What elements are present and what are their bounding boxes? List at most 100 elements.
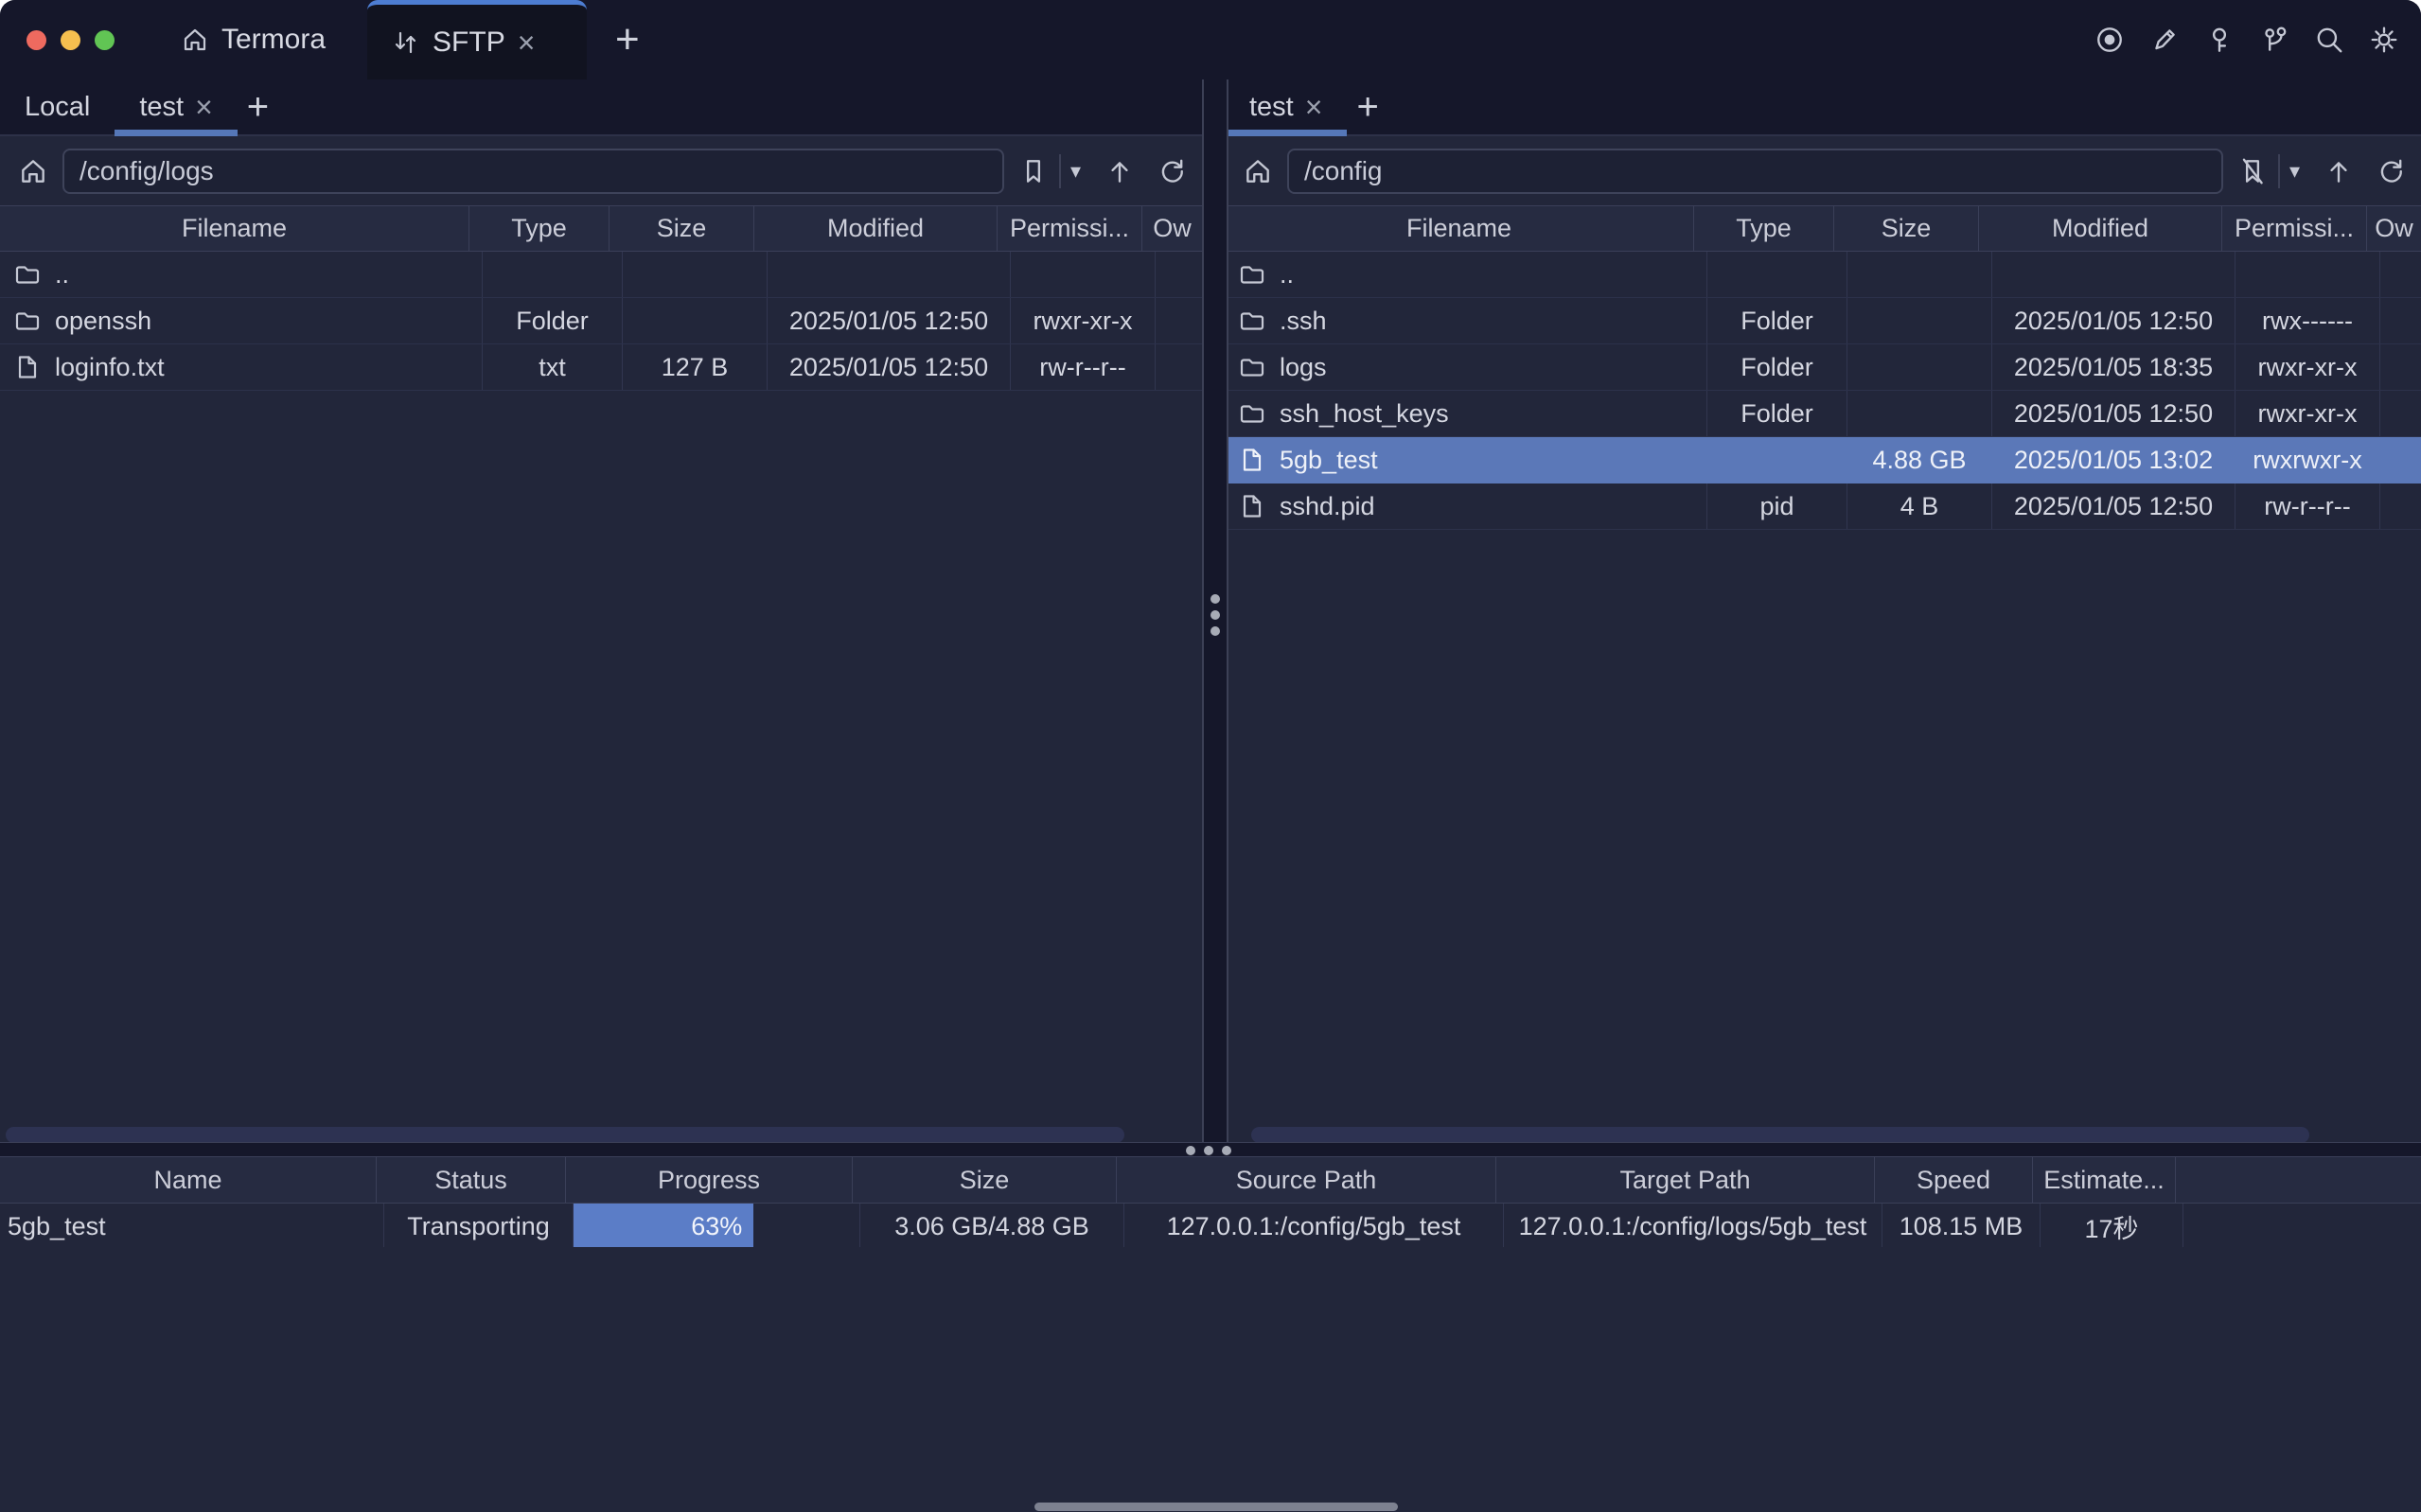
- filename: ..: [1280, 260, 1294, 290]
- refresh-icon[interactable]: [1155, 155, 1187, 187]
- right-add-tab-button[interactable]: +: [1356, 86, 1378, 129]
- pane-splitter[interactable]: [1202, 79, 1228, 1142]
- bookmark-off-icon[interactable]: [2236, 155, 2269, 187]
- column-header-size[interactable]: Size: [1834, 206, 1979, 251]
- table-row[interactable]: .ssh Folder 2025/01/05 12:50 rwx------: [1225, 298, 2421, 344]
- app-home-tab[interactable]: Termora: [181, 24, 326, 56]
- filename: .ssh: [1280, 307, 1327, 336]
- left-tab-local[interactable]: Local: [0, 79, 115, 134]
- file-size: [1847, 252, 1992, 297]
- right-tab-test-label: test: [1249, 92, 1294, 123]
- column-header-size[interactable]: Size: [853, 1157, 1117, 1203]
- zoom-window-button[interactable]: [95, 30, 115, 50]
- left-horizontal-scrollbar[interactable]: [6, 1127, 1124, 1143]
- column-header-type[interactable]: Type: [1694, 206, 1834, 251]
- column-header-estimate[interactable]: Estimate...: [2033, 1157, 2176, 1203]
- column-header-source-path[interactable]: Source Path: [1117, 1157, 1496, 1203]
- edit-icon[interactable]: [2148, 24, 2181, 56]
- left-toolbar-actions: ▾: [1017, 154, 1187, 188]
- splitter-grip-icon[interactable]: [1186, 1146, 1231, 1155]
- column-header-type[interactable]: Type: [469, 206, 610, 251]
- right-tab-test[interactable]: test ×: [1225, 79, 1347, 134]
- home-icon[interactable]: [1242, 155, 1274, 187]
- column-header-progress[interactable]: Progress: [566, 1157, 853, 1203]
- file-size: 127 B: [623, 344, 768, 390]
- left-tab-test[interactable]: test ×: [115, 79, 237, 134]
- settings-gear-icon[interactable]: [2368, 24, 2400, 56]
- app-tab-label: Termora: [221, 24, 326, 56]
- transfer-status: Transporting: [384, 1204, 574, 1249]
- file-owner: [1156, 344, 1202, 390]
- table-row[interactable]: openssh Folder 2025/01/05 12:50 rwxr-xr-…: [0, 298, 1202, 344]
- bookmark-dropdown-caret-icon[interactable]: ▾: [1070, 159, 1081, 184]
- column-header-owner[interactable]: Ow: [2367, 206, 2421, 251]
- column-header-filename[interactable]: Filename: [0, 206, 469, 251]
- splitter-grip-icon[interactable]: [1210, 594, 1220, 636]
- titlebar-actions: [2094, 24, 2400, 56]
- file-modified: 2025/01/05 13:02: [1992, 437, 2235, 483]
- column-header-speed[interactable]: Speed: [1875, 1157, 2033, 1203]
- parent-directory-icon[interactable]: [2323, 155, 2355, 187]
- column-header-target-path[interactable]: Target Path: [1496, 1157, 1875, 1203]
- refresh-icon[interactable]: [2374, 155, 2406, 187]
- close-tab-icon[interactable]: ×: [518, 27, 536, 58]
- file-type: Folder: [1707, 298, 1847, 343]
- file-owner: [2380, 344, 2421, 390]
- minimize-window-button[interactable]: [61, 30, 80, 50]
- column-header-filename[interactable]: Filename: [1225, 206, 1694, 251]
- table-row[interactable]: logs Folder 2025/01/05 18:35 rwxr-xr-x: [1225, 344, 2421, 391]
- record-icon[interactable]: [2094, 24, 2126, 56]
- key-icon[interactable]: [2203, 24, 2235, 56]
- progress-label: 63%: [691, 1212, 742, 1241]
- table-row[interactable]: ..: [1225, 252, 2421, 298]
- column-header-owner[interactable]: Ow: [1142, 206, 1202, 251]
- transfer-panel-splitter[interactable]: [0, 1142, 2421, 1157]
- bookmark-dropdown-caret-icon[interactable]: ▾: [2289, 159, 2300, 184]
- parent-directory-icon[interactable]: [1104, 155, 1136, 187]
- table-row[interactable]: ssh_host_keys Folder 2025/01/05 12:50 rw…: [1225, 391, 2421, 437]
- file-permission: rw-r--r--: [1011, 344, 1156, 390]
- bottom-overlay-scrollbar[interactable]: [1034, 1503, 1398, 1511]
- file-permission: rwxrwxr-x: [2235, 437, 2380, 483]
- transfer-row[interactable]: 5gb_test Transporting 63% 3.06 GB/4.88 G…: [0, 1204, 2421, 1250]
- folder-icon: [13, 307, 42, 335]
- new-tab-button[interactable]: +: [615, 19, 640, 61]
- search-icon[interactable]: [2313, 24, 2345, 56]
- file-modified: 2025/01/05 12:50: [768, 344, 1011, 390]
- file-type: pid: [1707, 483, 1847, 529]
- right-horizontal-scrollbar[interactable]: [1251, 1127, 2309, 1143]
- right-path-input[interactable]: [1287, 149, 2223, 194]
- folder-icon: [13, 260, 42, 289]
- column-header-size[interactable]: Size: [610, 206, 754, 251]
- tab-sftp[interactable]: SFTP ×: [367, 0, 587, 79]
- file-size: 4 B: [1847, 483, 1992, 529]
- bookmark-icon[interactable]: [1017, 155, 1050, 187]
- table-row-selected[interactable]: 5gb_test 4.88 GB 2025/01/05 13:02 rwxrwx…: [1225, 437, 2421, 483]
- right-file-pane: test × + ▾ Filename: [1225, 79, 2421, 1142]
- right-path-toolbar: ▾: [1225, 136, 2421, 205]
- left-path-input[interactable]: [62, 149, 1004, 194]
- transfer-size: 3.06 GB/4.88 GB: [860, 1204, 1124, 1249]
- column-header-permission[interactable]: Permissi...: [998, 206, 1142, 251]
- column-header-permission[interactable]: Permissi...: [2222, 206, 2367, 251]
- left-pane-tabbar: Local test × +: [0, 79, 1202, 136]
- close-tab-icon[interactable]: ×: [1305, 92, 1323, 122]
- table-row[interactable]: loginfo.txt txt 127 B 2025/01/05 12:50 r…: [0, 344, 1202, 391]
- file-modified: 2025/01/05 12:50: [1992, 298, 2235, 343]
- column-header-modified[interactable]: Modified: [1979, 206, 2222, 251]
- close-tab-icon[interactable]: ×: [195, 92, 213, 122]
- home-icon[interactable]: [17, 155, 49, 187]
- table-row[interactable]: ..: [0, 252, 1202, 298]
- table-row[interactable]: sshd.pid pid 4 B 2025/01/05 12:50 rw-r--…: [1225, 483, 2421, 530]
- close-window-button[interactable]: [27, 30, 46, 50]
- left-add-tab-button[interactable]: +: [247, 86, 269, 129]
- column-header-modified[interactable]: Modified: [754, 206, 998, 251]
- home-icon: [181, 26, 209, 54]
- column-header-name[interactable]: Name: [0, 1157, 377, 1203]
- column-header-status[interactable]: Status: [377, 1157, 566, 1203]
- titlebar: Termora SFTP × +: [0, 0, 2421, 79]
- filename: logs: [1280, 353, 1327, 382]
- file-owner: [1156, 252, 1202, 297]
- file-modified: [1992, 252, 2235, 297]
- branch-icon[interactable]: [2258, 24, 2290, 56]
